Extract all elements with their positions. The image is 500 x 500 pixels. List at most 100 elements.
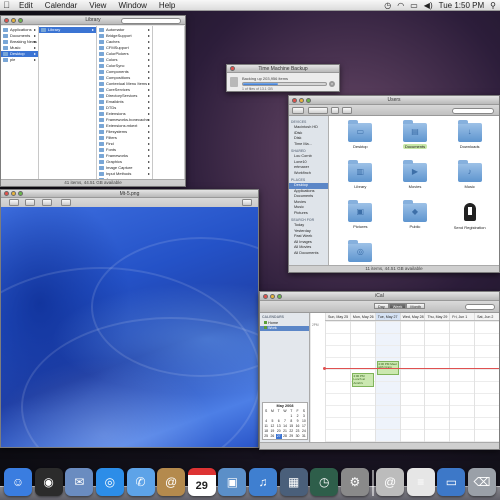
minimize-button[interactable] xyxy=(11,17,16,23)
folder-glyph: ♪ xyxy=(467,167,472,176)
folder-item[interactable]: ◆ Public xyxy=(388,198,443,238)
search-input[interactable] xyxy=(121,17,181,24)
zoom-button[interactable] xyxy=(18,191,23,196)
calendar-event[interactable]: 4:00 PM Lunch at Anish's xyxy=(351,373,374,387)
day-header[interactable]: Sat, Jun 2 xyxy=(474,313,499,320)
list-item[interactable]: ple ▸ xyxy=(1,57,38,63)
display-icon[interactable]: ▭ xyxy=(410,1,418,10)
folder-label: Send Registration xyxy=(453,225,486,230)
minimize-button[interactable] xyxy=(11,191,16,196)
close-button[interactable] xyxy=(292,97,297,103)
time-machine-status-icon[interactable]: ◷ xyxy=(384,1,391,10)
calendar-work[interactable]: Work xyxy=(260,326,309,331)
minimize-button[interactable] xyxy=(299,97,304,103)
system-preferences-icon[interactable]: ⚙ xyxy=(340,468,369,496)
quick-look-button[interactable] xyxy=(331,107,339,114)
mail-icon[interactable]: ✉ xyxy=(65,468,94,496)
ical-icon[interactable]: 29 xyxy=(187,468,216,496)
volume-icon[interactable]: ◀) xyxy=(424,1,433,10)
day-header[interactable]: Sun, May 25 xyxy=(325,313,350,320)
day-view-button[interactable]: Day xyxy=(374,303,389,309)
menu-window[interactable]: Window xyxy=(112,1,152,10)
folder-item[interactable]: ▶ Movies xyxy=(388,158,443,198)
search-input[interactable] xyxy=(465,304,495,310)
time-machine-icon[interactable]: ◷ xyxy=(310,468,339,496)
menu-edit[interactable]: Edit xyxy=(13,1,39,10)
menu-calendar[interactable]: Calendar xyxy=(39,1,83,10)
finder-icon[interactable]: ☺ xyxy=(4,468,32,496)
day-header[interactable]: Mon, May 26 xyxy=(349,313,375,320)
day-column[interactable] xyxy=(449,321,475,442)
folder-icon xyxy=(99,40,104,44)
ical-titlebar[interactable]: iCal xyxy=(260,292,499,301)
address-book-glyph: @ xyxy=(165,475,178,489)
preview-titlebar[interactable]: Mt-5.png xyxy=(1,190,258,198)
day-header[interactable]: Tue, May 27 xyxy=(374,313,400,320)
list-item[interactable]: Library ▸ xyxy=(39,27,96,33)
safari-icon[interactable]: ◎ xyxy=(95,468,124,496)
folder-icon xyxy=(3,34,8,38)
folder-glyph: ▭ xyxy=(356,127,365,136)
day-column[interactable]: 4:00 PM Lunch at Anish's xyxy=(349,321,375,442)
folder-item[interactable]: ♪ Music xyxy=(442,158,497,198)
stop-backup-button[interactable]: × xyxy=(329,81,335,87)
image-canvas[interactable] xyxy=(1,207,258,447)
apple-menu-icon[interactable]:  xyxy=(0,0,13,10)
week-view-button[interactable]: Week xyxy=(388,303,407,309)
zoom-button[interactable] xyxy=(18,17,23,23)
day-column[interactable] xyxy=(325,321,350,442)
folder-item[interactable]: Send Registration xyxy=(442,198,497,238)
preview-icon[interactable]: ▣ xyxy=(218,468,247,496)
day-column[interactable] xyxy=(474,321,499,442)
zoom-button[interactable] xyxy=(306,97,311,103)
screen-stack-icon[interactable]: ▭ xyxy=(437,468,466,496)
tm-titlebar[interactable]: Time Machine Backup xyxy=(227,65,339,73)
view-mode-buttons[interactable] xyxy=(308,107,328,114)
mini-day[interactable]: 31 xyxy=(301,434,307,439)
close-button[interactable] xyxy=(4,17,9,23)
address-book-icon[interactable]: @ xyxy=(157,468,186,496)
back-forward-button[interactable] xyxy=(292,107,304,114)
close-button[interactable] xyxy=(263,293,268,299)
sidebar-item[interactable]: All Documents xyxy=(289,251,328,257)
month-view-button[interactable]: Month xyxy=(406,303,425,309)
folder-label: Documents xyxy=(402,144,428,149)
finder-glyph: ☺ xyxy=(11,475,25,489)
spaces-icon[interactable]: ▦ xyxy=(279,468,308,496)
menu-view[interactable]: View xyxy=(83,1,112,10)
day-header[interactable]: Thu, May 29 xyxy=(424,313,449,320)
finder-titlebar[interactable]: Users xyxy=(289,96,499,105)
folder-item[interactable]: ▥ Library xyxy=(333,158,388,198)
day-column[interactable]: 4:00 PM Meet with Craig xyxy=(374,321,400,442)
menu-help[interactable]: Help xyxy=(153,1,181,10)
action-button[interactable] xyxy=(342,107,352,114)
folder-item[interactable]: ▭ Desktop xyxy=(333,118,388,158)
menu-clock[interactable]: Tue 1:50 PM xyxy=(439,1,485,10)
downloads-stack-icon[interactable]: @ xyxy=(376,468,405,496)
day-header[interactable]: Fri, Jun 1 xyxy=(449,313,474,320)
zoom-button[interactable] xyxy=(277,293,282,299)
minimize-button[interactable] xyxy=(270,293,275,299)
wifi-icon[interactable]: ◠ xyxy=(397,1,404,10)
close-button[interactable] xyxy=(230,66,235,71)
spaces-glyph: ▦ xyxy=(287,475,300,489)
status-bar: 11 items, 44.51 GB available xyxy=(289,265,499,272)
trash-icon[interactable]: ⌫ xyxy=(468,468,496,496)
view-segmented-control: Day Week Month xyxy=(374,303,425,309)
library-titlebar[interactable]: Library xyxy=(1,16,185,25)
ichat-icon[interactable]: ✆ xyxy=(126,468,155,496)
dashboard-icon[interactable]: ◉ xyxy=(34,468,63,496)
folder-item[interactable]: ▣ Pictures xyxy=(333,198,388,238)
list-item-label: Desktop xyxy=(10,51,25,56)
spotlight-icon[interactable]: ⚲ xyxy=(490,1,496,10)
day-column[interactable] xyxy=(399,321,425,442)
day-header[interactable]: Wed, May 28 xyxy=(399,313,425,320)
search-input[interactable] xyxy=(452,107,494,114)
day-column[interactable] xyxy=(424,321,450,442)
itunes-icon[interactable]: ♫ xyxy=(249,468,277,496)
folder-item[interactable]: ↓ Downloads xyxy=(442,118,497,158)
document-stack-icon[interactable]: ≡ xyxy=(406,468,435,496)
folder-item[interactable]: ▤ Documents xyxy=(388,118,443,158)
close-button[interactable] xyxy=(4,191,9,196)
folder-label: Movies xyxy=(408,184,422,189)
